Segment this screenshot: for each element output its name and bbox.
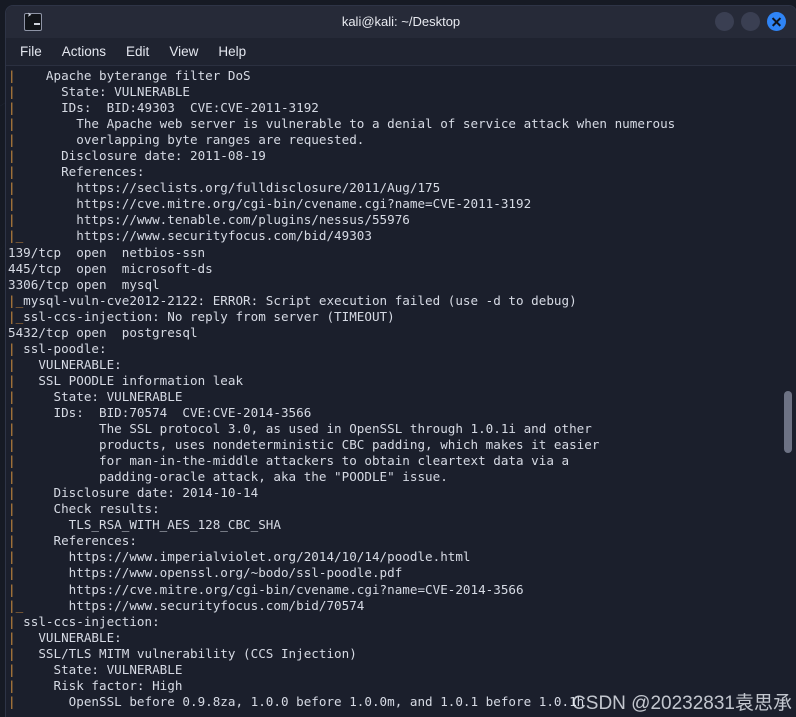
line-pipe-glyph: | [8,116,16,132]
terminal-line: | State: VULNERABLE [8,84,190,100]
terminal-line: | products, uses nondeterministic CBC pa… [8,437,600,453]
terminal-line: |_ssl-ccs-injection: No reply from serve… [8,308,395,324]
line-pipe-glyph: | [8,372,16,388]
terminal-line: | https://www.imperialviolet.org/2014/10… [8,549,471,565]
line-pipe-glyph: | [8,469,16,485]
menubar: File Actions Edit View Help [6,38,796,66]
terminal-line: | References: [8,164,145,180]
terminal-line: 445/tcp open microsoft-ds [8,260,213,276]
terminal-line: | VULNERABLE: [8,356,122,372]
line-pipe-glyph: | [8,693,16,709]
terminal-line: | SSL/TLS MITM vulnerability (CCS Inject… [8,645,357,661]
terminal-line: | References: [8,533,137,549]
line-pipe-glyph: | [8,661,16,677]
terminal-line: 5432/tcp open postgresql [8,324,198,340]
menu-file[interactable]: File [20,44,42,59]
terminal-window[interactable]: kali@kali: ~/Desktop File Actions Edit V… [6,6,796,717]
line-pipe-glyph: | [8,180,16,196]
line-pipe-glyph: | [8,148,16,164]
terminal-line: | The Apache web server is vulnerable to… [8,116,676,132]
terminal-line: | https://cve.mitre.org/cgi-bin/cvename.… [8,581,524,597]
line-pipe-glyph: | [8,533,16,549]
titlebar: kali@kali: ~/Desktop [6,6,796,38]
terminal-line: | overlapping byte ranges are requested. [8,132,365,148]
terminal-line: | OpenSSL before 0.9.8za, 1.0.0 before 1… [8,693,585,709]
terminal-line: | State: VULNERABLE [8,661,183,677]
line-pipe-glyph: | [8,629,16,645]
terminal-line: | https://www.openssl.org/~bodo/ssl-pood… [8,565,403,581]
vertical-scrollbar[interactable] [782,66,794,717]
line-pipe-glyph: |_ [8,308,24,324]
line-pipe-glyph: | [8,340,16,356]
line-pipe-glyph: | [8,677,16,693]
line-pipe-glyph: | [8,421,16,437]
window-controls [715,12,786,31]
line-pipe-glyph: | [8,517,16,533]
terminal-line: | ssl-ccs-injection: [8,613,160,629]
terminal-line: |_ https://www.securityfocus.com/bid/705… [8,597,365,613]
line-pipe-glyph: | [8,645,16,661]
terminal-line: | The SSL protocol 3.0, as used in OpenS… [8,421,592,437]
line-pipe-glyph: |_ [8,292,24,308]
terminal-line: | IDs: BID:49303 CVE:CVE-2011-3192 [8,100,319,116]
line-pipe-glyph: | [8,404,16,420]
terminal-line: | https://cve.mitre.org/cgi-bin/cvename.… [8,196,532,212]
terminal-line: | Disclosure date: 2011-08-19 [8,148,266,164]
terminal-line: 139/tcp open netbios-ssn [8,244,206,260]
menu-edit[interactable]: Edit [126,44,149,59]
line-pipe-glyph: | [8,68,16,83]
line-pipe-glyph: | [8,549,16,565]
terminal-line: | https://seclists.org/fulldisclosure/20… [8,180,441,196]
line-pipe-glyph: | [8,212,16,228]
close-button[interactable] [767,12,786,31]
terminal-line: | for man-in-the-middle attackers to obt… [8,453,570,469]
terminal-line: | VULNERABLE: [8,629,122,645]
menu-help[interactable]: Help [218,44,246,59]
line-pipe-glyph: | [8,453,16,469]
line-pipe-glyph: | [8,388,16,404]
line-pipe-glyph: | [8,613,16,629]
terminal-line: | Risk factor: High [8,677,183,693]
line-pipe-glyph: | [8,501,16,517]
desktop: kali@kali: ~ File Actions Edit View Help… [0,0,796,717]
terminal-line: | Disclosure date: 2014-10-14 [8,485,259,501]
terminal-output: | Apache byterange filter DoS | State: VU… [6,68,675,710]
minimize-button[interactable] [715,12,734,31]
maximize-button[interactable] [741,12,760,31]
terminal-line: | padding-oracle attack, aka the "POODLE… [8,469,448,485]
line-pipe-glyph: | [8,100,16,116]
line-pipe-glyph: | [8,196,16,212]
line-pipe-glyph: | [8,581,16,597]
terminal-line: |_ https://www.securityfocus.com/bid/493… [8,228,372,244]
menu-actions[interactable]: Actions [62,44,106,59]
line-pipe-glyph: | [8,565,16,581]
line-pipe-glyph: | [8,164,16,180]
terminal-line: | IDs: BID:70574 CVE:CVE-2014-3566 [8,404,312,420]
vertical-scroll-thumb[interactable] [784,391,792,453]
line-pipe-glyph: | [8,356,16,372]
terminal-line: | TLS_RSA_WITH_AES_128_CBC_SHA [8,517,281,533]
line-pipe-glyph: |_ [8,228,24,244]
window-title: kali@kali: ~/Desktop [341,14,461,29]
terminal-line: |_mysql-vuln-cve2012-2122: ERROR: Script… [8,292,577,308]
terminal-line: | State: VULNERABLE [8,388,183,404]
line-pipe-glyph: |_ [8,597,24,613]
terminal-line: | Check results: [8,501,160,517]
line-pipe-glyph: | [8,485,16,501]
line-pipe-glyph: | [8,437,16,453]
terminal-body[interactable]: | Apache byterange filter DoS | State: VU… [6,66,796,717]
terminal-line: | SSL POODLE information leak [8,372,244,388]
line-pipe-glyph: | [8,84,16,100]
terminal-line: 3306/tcp open mysql [8,276,160,292]
terminal-line: | Apache byterange filter DoS [8,68,251,83]
menu-view[interactable]: View [169,44,198,59]
terminal-line: | https://www.tenable.com/plugins/nessus… [8,212,410,228]
line-pipe-glyph: | [8,132,16,148]
terminal-line: | ssl-poodle: [8,340,107,356]
